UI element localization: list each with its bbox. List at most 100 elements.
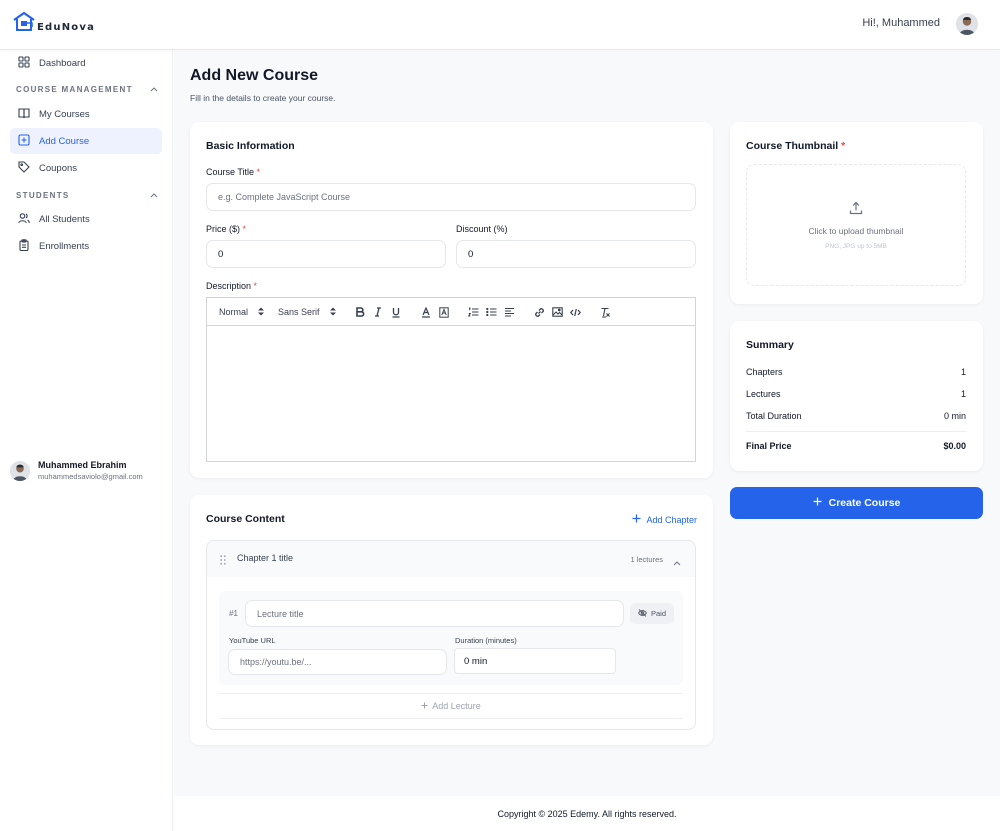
- page-subtitle: Fill in the details to create your cours…: [190, 93, 336, 103]
- footer: Copyright © 2025 Edemy. All rights reser…: [174, 796, 1000, 831]
- section-label: STUDENTS: [16, 191, 70, 200]
- ordered-list-icon[interactable]: [466, 304, 482, 320]
- italic-icon[interactable]: [370, 304, 386, 320]
- basic-info-card: Basic Information Course Title * e.g. Co…: [190, 122, 713, 478]
- lecture-title-input[interactable]: Lecture title: [245, 600, 624, 627]
- sidebar: Dashboard COURSE MANAGEMENT My Courses A…: [0, 50, 173, 831]
- section-course-management[interactable]: COURSE MANAGEMENT: [16, 85, 158, 94]
- upload-hint: PNG, JPG up to 5MB: [825, 242, 887, 250]
- summary-chapters-row: Chapters 1: [746, 367, 966, 377]
- sidebar-item-label: Add Course: [39, 135, 90, 147]
- summary-value: $0.00: [943, 441, 966, 451]
- dashboard-icon: [18, 55, 30, 71]
- editor-toolbar: Normal Sans Serif: [206, 297, 696, 326]
- sidebar-item-label: Coupons: [39, 162, 78, 174]
- youtube-url-input[interactable]: https://youtu.be/...: [228, 649, 447, 675]
- summary-value: 1: [960, 389, 966, 399]
- card-title: Summary: [746, 339, 794, 351]
- sidebar-item-dashboard[interactable]: Dashboard: [10, 50, 162, 76]
- user-email: muhammedsaviolo@gmail.com: [38, 472, 143, 481]
- users-icon: [18, 212, 30, 227]
- user-avatar: [10, 460, 30, 481]
- main-content: Add New Course Fill in the details to cr…: [174, 51, 1000, 796]
- chevron-up-icon: [150, 191, 158, 200]
- top-header: EduNova Hi!, Muhammed: [0, 0, 1000, 50]
- chevron-up-icon[interactable]: [673, 555, 681, 569]
- card-title: Course Thumbnail *: [746, 140, 846, 152]
- card-title: Course Content: [206, 513, 285, 525]
- book-open-icon: [18, 107, 30, 122]
- thumbnail-upload-area[interactable]: Click to upload thumbnail PNG, JPG up to…: [746, 164, 966, 286]
- bullet-list-icon[interactable]: [484, 304, 500, 320]
- chapter-header[interactable]: Chapter 1 title 1 lectures: [207, 541, 695, 577]
- summary-label: Chapters: [746, 367, 783, 377]
- sidebar-item-coupons[interactable]: Coupons: [10, 155, 162, 181]
- chapter-title[interactable]: Chapter 1 title: [237, 553, 293, 563]
- thumbnail-card: Course Thumbnail * Click to upload thumb…: [730, 122, 983, 304]
- discount-input[interactable]: 0: [456, 240, 696, 268]
- summary-value: 0 min: [943, 411, 966, 421]
- link-icon[interactable]: [532, 304, 548, 320]
- sidebar-user-card[interactable]: Muhammed Ebrahim muhammedsaviolo@gmail.c…: [10, 460, 143, 481]
- sidebar-item-add-course[interactable]: Add Course: [10, 128, 162, 154]
- clipboard-icon: [18, 238, 30, 254]
- tag-icon: [18, 160, 30, 176]
- card-title: Basic Information: [206, 140, 295, 152]
- plus-icon: [813, 497, 822, 509]
- paid-label: Paid: [650, 609, 666, 618]
- description-editor[interactable]: [206, 325, 696, 462]
- brand-name: EduNova: [37, 22, 96, 33]
- summary-lectures-row: Lectures 1: [746, 389, 966, 399]
- lecture-item: #1 Lecture title Paid YouTube URL https:…: [219, 591, 683, 685]
- add-lecture-label: Add Lecture: [432, 701, 481, 711]
- add-chapter-label: Add Chapter: [646, 514, 697, 525]
- sidebar-item-label: All Students: [39, 213, 90, 225]
- header-avatar[interactable]: [956, 13, 978, 35]
- underline-icon[interactable]: [388, 304, 404, 320]
- drag-handle-icon[interactable]: [220, 554, 226, 568]
- sidebar-item-my-courses[interactable]: My Courses: [10, 101, 162, 127]
- user-name: Muhammed Ebrahim: [38, 460, 127, 470]
- upload-icon: [849, 201, 863, 218]
- format-select-value: Normal: [219, 307, 249, 317]
- text-color-icon[interactable]: [418, 304, 434, 320]
- add-lecture-button[interactable]: Add Lecture: [219, 693, 683, 719]
- course-title-label: Course Title *: [206, 167, 261, 177]
- bold-icon[interactable]: [352, 304, 368, 320]
- font-select[interactable]: Sans Serif: [278, 307, 336, 318]
- duration-input[interactable]: 0 min: [454, 648, 616, 674]
- sidebar-item-label: Enrollments: [39, 240, 90, 252]
- add-chapter-button[interactable]: Add Chapter: [632, 514, 697, 525]
- summary-final-price-row: Final Price $0.00: [746, 441, 966, 451]
- price-label: Price ($) *: [206, 224, 247, 234]
- sidebar-item-label: Dashboard: [39, 57, 86, 69]
- youtube-url-label: YouTube URL: [229, 636, 276, 645]
- description-label: Description *: [206, 281, 258, 291]
- summary-card: Summary Chapters 1 Lectures 1 Total Dura…: [730, 321, 983, 471]
- course-title-input[interactable]: e.g. Complete JavaScript Course: [206, 183, 696, 211]
- duration-label: Duration (minutes): [455, 636, 517, 645]
- page-title: Add New Course: [190, 67, 319, 84]
- image-icon[interactable]: [550, 304, 566, 320]
- chapter-panel: Chapter 1 title 1 lectures #1 Lecture ti…: [206, 540, 696, 730]
- sidebar-item-enrollments[interactable]: Enrollments: [10, 233, 162, 259]
- select-arrows-icon: [258, 307, 265, 318]
- paid-toggle-button[interactable]: Paid: [630, 603, 674, 624]
- code-icon[interactable]: [568, 304, 584, 320]
- clear-format-icon[interactable]: [598, 304, 614, 320]
- chevron-up-icon: [150, 85, 158, 94]
- section-students[interactable]: STUDENTS: [16, 191, 158, 200]
- format-select[interactable]: Normal: [219, 307, 265, 318]
- summary-duration-row: Total Duration 0 min: [746, 411, 966, 421]
- lecture-number: #1: [229, 609, 238, 618]
- create-course-button[interactable]: Create Course: [730, 487, 983, 519]
- plus-icon: [421, 701, 428, 711]
- discount-label: Discount (%): [456, 224, 508, 234]
- summary-label: Total Duration: [746, 411, 802, 421]
- price-input[interactable]: 0: [206, 240, 446, 268]
- highlight-icon[interactable]: [436, 304, 452, 320]
- sidebar-item-all-students[interactable]: All Students: [10, 206, 162, 232]
- align-left-icon[interactable]: [502, 304, 518, 320]
- logo[interactable]: EduNova: [12, 11, 95, 36]
- summary-value: 1: [960, 367, 966, 377]
